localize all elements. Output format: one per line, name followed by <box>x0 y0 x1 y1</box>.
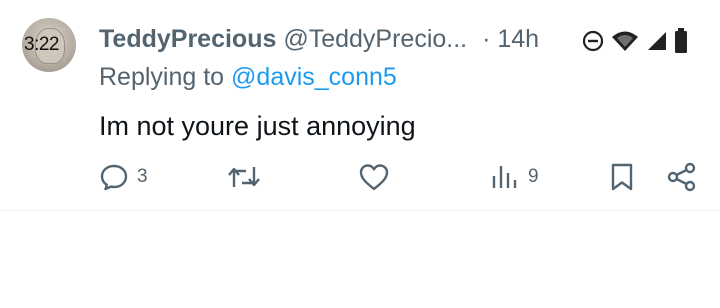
views-button[interactable]: 9 <box>490 160 539 194</box>
like-button[interactable] <box>358 160 390 194</box>
tweet-header: TeddyPrecious @TeddyPrecio... · 14h <box>99 24 539 54</box>
replying-to-label: Replying to <box>99 63 225 91</box>
views-icon <box>492 166 517 188</box>
reply-icon <box>100 164 128 191</box>
do-not-disturb-icon <box>582 30 604 52</box>
separator-dot: · <box>482 25 491 53</box>
replying-to-line: Replying to @davis_conn5 <box>99 62 397 92</box>
reply-button[interactable]: 3 <box>99 160 148 194</box>
heart-icon <box>359 164 389 191</box>
display-name[interactable]: TeddyPrecious <box>99 25 276 53</box>
tweet-actions: 3 9 <box>0 160 720 194</box>
reply-count: 3 <box>137 166 148 187</box>
tweet-time[interactable]: 14h <box>497 25 539 53</box>
share-icon <box>667 162 696 192</box>
user-handle[interactable]: @TeddyPrecio... <box>283 25 467 53</box>
tweet-divider <box>0 210 720 211</box>
cell-signal-icon <box>648 32 666 50</box>
share-button[interactable] <box>666 160 698 194</box>
battery-icon <box>675 28 687 53</box>
replying-to-mention[interactable]: @davis_conn5 <box>231 63 397 91</box>
retweet-icon <box>228 167 260 187</box>
tweet-text: Im not youre just annoying <box>99 111 416 141</box>
retweet-button[interactable] <box>226 160 262 194</box>
wifi-icon <box>612 31 638 51</box>
bookmark-button[interactable] <box>608 160 636 194</box>
status-bar-time: 3:22 <box>24 34 59 55</box>
views-count: 9 <box>528 166 539 187</box>
bookmark-icon <box>611 163 633 191</box>
status-bar-icons <box>582 26 688 56</box>
